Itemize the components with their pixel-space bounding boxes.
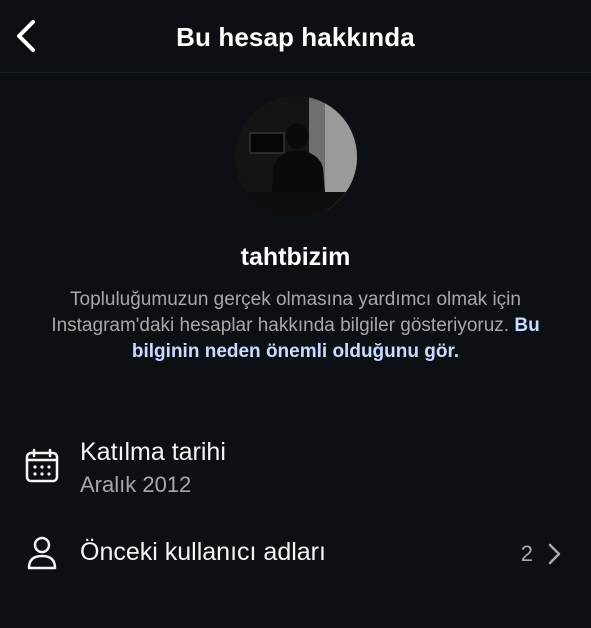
person-icon xyxy=(22,533,62,573)
joined-date-row: Katılma tarihi Aralık 2012 xyxy=(0,436,591,500)
former-usernames-count: 2 xyxy=(520,541,533,566)
chevron-right-icon xyxy=(548,543,561,565)
profile-description: Topluluğumuzun gerçek olmasına yardımcı … xyxy=(40,287,551,365)
profile-username: tahtbizim xyxy=(240,243,351,271)
header-bar: Bu hesap hakkında xyxy=(0,0,591,73)
joined-date-label: Katılma tarihi xyxy=(80,438,226,466)
former-usernames-row[interactable]: Önceki kullanıcı adları 2 xyxy=(0,528,591,580)
former-usernames-label: Önceki kullanıcı adları xyxy=(80,538,326,566)
joined-date-value: Aralık 2012 xyxy=(80,472,192,497)
profile-avatar xyxy=(235,96,357,218)
page-title: Bu hesap hakkında xyxy=(176,22,415,52)
description-text: Topluluğumuzun gerçek olmasına yardımcı … xyxy=(51,289,521,336)
calendar-icon xyxy=(22,446,62,486)
